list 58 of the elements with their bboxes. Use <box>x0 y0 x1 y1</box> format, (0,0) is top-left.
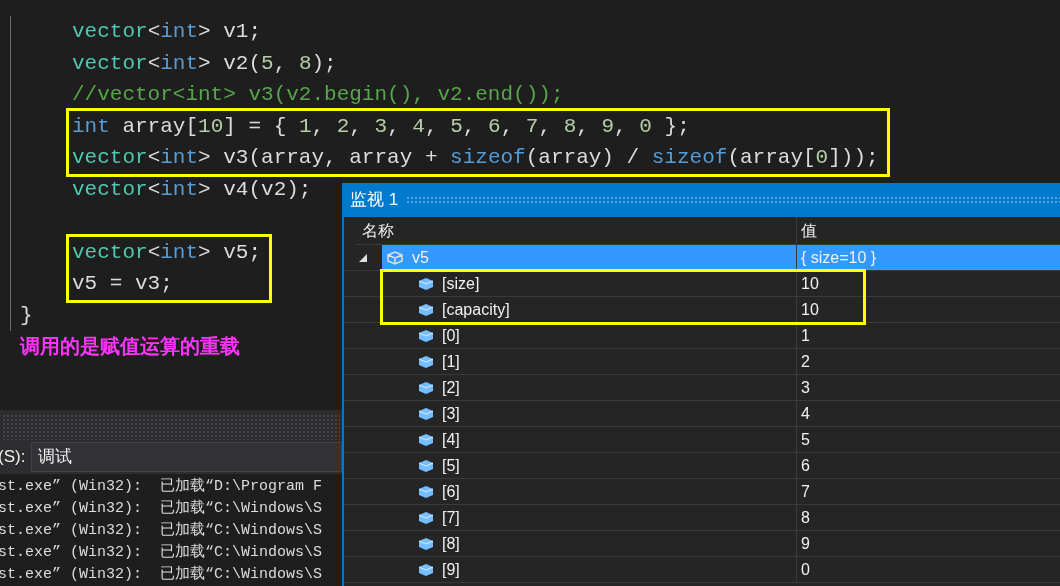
code-line: vector<int> v3(array, array + sizeof(array) / sizeof(array[0])); <box>72 145 879 171</box>
collapse-icon[interactable] <box>358 252 368 263</box>
code-line: vector<int> v1; <box>72 19 262 45</box>
watch-value: 7 <box>800 481 811 502</box>
field-icon <box>418 380 434 395</box>
watch-item[interactable]: [size] <box>414 271 796 296</box>
watch-value: 3 <box>800 377 811 398</box>
source-dropdown[interactable]: 调试 <box>31 442 342 473</box>
object-icon <box>386 249 404 266</box>
watch-value: 1 <box>800 325 811 346</box>
field-icon <box>418 328 434 343</box>
watch-title: 监视 1 <box>350 189 399 212</box>
watch-value: 4 <box>800 403 811 424</box>
field-icon <box>418 406 434 421</box>
code-line: } <box>20 302 33 329</box>
code-line: vector<int> v2(5, 8); <box>72 50 337 77</box>
watch-item[interactable]: [8] <box>414 531 796 556</box>
watch-value: { size=10 } <box>797 245 1060 270</box>
output-line: st.exe” (Win32): 已加载“C:\Windows\S <box>0 520 323 541</box>
field-icon <box>418 562 434 577</box>
watch-item[interactable]: [capacity] <box>414 297 796 322</box>
field-icon <box>418 510 434 525</box>
output-line: st.exe” (Win32): 已加载“D:\Program F <box>0 476 323 497</box>
annotation-text: 调用的是赋值运算的重载 <box>18 334 240 359</box>
code-line: v5 = v3; <box>72 271 173 297</box>
output-line: st.exe” (Win32): 已加载“C:\Windows\S <box>0 564 323 585</box>
watch-value: 2 <box>800 351 811 372</box>
column-header[interactable]: 值 <box>797 217 1060 244</box>
watch-value: 8 <box>800 507 811 528</box>
column-header[interactable]: 名称 <box>356 217 797 244</box>
code-line: vector<int> v4(v2); <box>72 176 312 203</box>
code-line: int array[10] = { 1, 2, 3, 4, 5, 6, 7, 8, 9, 0 }; <box>72 113 690 140</box>
field-icon <box>418 354 434 369</box>
output-line: st.exe” (Win32): 已加载“C:\Windows\S <box>0 498 323 519</box>
field-icon <box>418 458 434 473</box>
watch-item[interactable]: [0] <box>414 323 796 348</box>
field-icon <box>418 484 434 499</box>
watch-value: 9 <box>800 533 811 554</box>
watch-item[interactable]: [5] <box>414 453 796 478</box>
watch-value: 0 <box>800 559 811 580</box>
watch-value: 5 <box>800 429 811 450</box>
watch-value: 10 <box>800 273 820 294</box>
watch-item[interactable]: [4] <box>414 427 796 452</box>
watch-item[interactable]: [2] <box>414 375 796 400</box>
output-line: st.exe” (Win32): 已加载“C:\Windows\S <box>0 542 323 563</box>
field-icon <box>418 432 434 447</box>
field-icon <box>418 302 434 317</box>
watch-item[interactable]: [1] <box>414 349 796 374</box>
code-line: vector<int> v5; <box>72 239 262 266</box>
field-icon <box>418 536 434 551</box>
watch-item[interactable]: [9] <box>414 557 796 582</box>
watch-value: 10 <box>800 299 820 320</box>
watch-item[interactable]: [7] <box>414 505 796 530</box>
watch-item[interactable]: [3] <box>414 401 796 426</box>
watch-item[interactable]: [6] <box>414 479 796 504</box>
code-line: //vector<int> v3(v2.begin(), v2.end()); <box>72 82 564 108</box>
watch-value: 6 <box>800 455 811 476</box>
field-icon <box>418 276 434 291</box>
